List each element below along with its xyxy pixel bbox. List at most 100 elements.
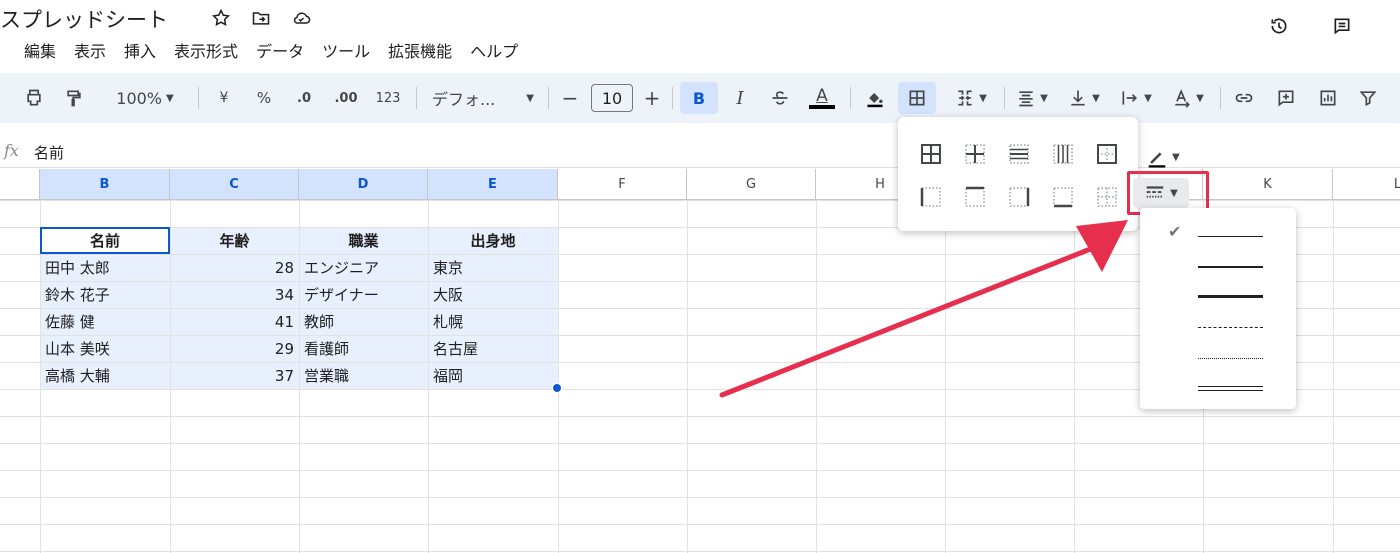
table-cell-job[interactable]: エンジニア [299,254,428,281]
table-cell-job[interactable]: 営業職 [299,362,428,389]
horizontal-borders-icon[interactable] [1008,143,1030,165]
table-cell-age[interactable]: 37 [170,362,299,389]
star-icon[interactable] [209,6,233,30]
version-history-icon[interactable] [1267,14,1291,38]
left-border-icon[interactable] [920,186,942,208]
bold-button[interactable]: B [680,82,718,114]
italic-button[interactable]: I [726,82,754,114]
select-all-corner[interactable] [0,169,40,200]
border-style-dropdown: ✔ [1140,208,1296,409]
column-header-f[interactable]: F [558,169,687,200]
table-cell-name[interactable]: 高橋 大輔 [40,362,170,389]
column-header-g[interactable]: G [687,169,816,200]
borders-icon[interactable] [898,82,936,114]
insert-chart-icon[interactable] [1314,82,1342,114]
table-cell-name[interactable]: 山本 美咲 [40,335,170,362]
style-option-dotted[interactable] [1140,344,1296,374]
text-wrapping-icon[interactable]: ▼ [1114,82,1158,114]
column-header-d[interactable]: D [299,169,428,200]
insert-comment-icon[interactable] [1272,82,1300,114]
table-cell-name[interactable]: 田中 太郎 [40,254,170,281]
menu-format[interactable]: 表示形式 [165,38,247,62]
decrease-decimal-button[interactable]: .0 [290,82,318,114]
text-color-button[interactable]: A [806,82,838,114]
horizontal-align-icon[interactable]: ▼ [1010,82,1054,114]
print-icon[interactable] [20,82,48,114]
table-header-cell[interactable]: 出身地 [428,227,558,254]
table-cell-age[interactable]: 29 [170,335,299,362]
strikethrough-icon[interactable] [766,82,794,114]
menu-edit[interactable]: 編集 [0,38,65,62]
style-option-dashed[interactable] [1140,313,1296,343]
table-cell-age[interactable]: 41 [170,308,299,335]
table-cell-hometown[interactable]: 名古屋 [428,335,558,362]
all-borders-icon[interactable] [920,143,942,165]
decrease-font-size-button[interactable]: − [560,82,580,114]
style-option-solid-thin[interactable]: ✔ [1140,222,1296,252]
grid-row-line [0,443,1400,444]
increase-font-size-button[interactable]: + [642,82,662,114]
table-cell-hometown[interactable]: 大阪 [428,281,558,308]
menu-extensions[interactable]: 拡張機能 [379,38,461,62]
menu-data[interactable]: データ [247,38,313,62]
currency-format-button[interactable]: ¥ [212,82,236,114]
font-family-select[interactable]: デフォ... ▼ [432,82,534,114]
column-header-b[interactable]: B [40,169,170,200]
increase-decimal-button[interactable]: .00 [330,82,362,114]
paint-format-icon[interactable] [60,82,88,114]
inner-borders-icon[interactable] [964,143,986,165]
fill-handle[interactable] [552,383,562,393]
bottom-border-icon[interactable] [1052,186,1074,208]
outer-borders-icon[interactable] [1096,143,1118,165]
table-header-cell[interactable]: 名前 [40,227,170,254]
table-cell-age[interactable]: 34 [170,281,299,308]
merge-cells-icon[interactable]: ▼ [946,82,996,114]
vertical-borders-icon[interactable] [1052,143,1074,165]
zoom-select[interactable]: 100% ▼ [104,82,186,114]
table-cell-job[interactable]: デザイナー [299,281,428,308]
move-to-folder-icon[interactable] [249,6,273,30]
document-title[interactable]: スプレッドシート [0,4,168,34]
table-cell-name[interactable]: 鈴木 花子 [40,281,170,308]
line-sample [1198,295,1263,298]
table-header-cell[interactable]: 職業 [299,227,428,254]
menu-help[interactable]: ヘルプ [461,38,527,62]
column-header-e[interactable]: E [428,169,558,200]
decrease-decimal-label: .0 [297,90,311,106]
clear-borders-icon[interactable] [1096,186,1118,208]
formula-input[interactable]: 名前 [34,142,64,163]
font-size-field[interactable]: 10 [590,82,634,114]
borders-popup [898,117,1138,231]
vertical-align-icon[interactable]: ▼ [1062,82,1106,114]
cloud-saved-icon[interactable] [289,6,313,30]
percent-format-button[interactable]: % [252,82,276,114]
fill-color-icon[interactable] [860,82,890,114]
menu-tools[interactable]: ツール [313,38,379,62]
table-cell-hometown[interactable]: 札幌 [428,308,558,335]
table-cell-name[interactable]: 佐藤 健 [40,308,170,335]
number-format-button[interactable]: 123 [372,82,404,114]
insert-link-icon[interactable] [1230,82,1258,114]
comments-icon[interactable] [1330,14,1354,38]
border-color-button[interactable]: ▼ [1146,143,1190,171]
menu-view[interactable]: 表示 [65,38,115,62]
toolbar: 100% ▼ ¥ % .0 .00 123 デフォ... ▼ − 10 + B I … [0,73,1400,123]
text-rotation-icon[interactable]: ▼ [1166,82,1210,114]
menu-insert[interactable]: 挿入 [115,38,165,62]
column-header-c[interactable]: C [170,169,299,200]
table-cell-age[interactable]: 28 [170,254,299,281]
table-cell-job[interactable]: 教師 [299,308,428,335]
column-header-l[interactable]: L [1333,169,1400,200]
font-size-value[interactable]: 10 [591,84,633,112]
top-border-icon[interactable] [964,186,986,208]
table-header-cell[interactable]: 年齢 [170,227,299,254]
style-option-solid-thick[interactable] [1140,282,1296,312]
column-header-k[interactable]: K [1203,169,1333,200]
table-cell-job[interactable]: 看護師 [299,335,428,362]
style-option-solid-medium[interactable] [1140,252,1296,282]
right-border-icon[interactable] [1008,186,1030,208]
style-option-double[interactable] [1140,374,1296,404]
table-cell-hometown[interactable]: 東京 [428,254,558,281]
table-cell-hometown[interactable]: 福岡 [428,362,558,389]
filter-icon[interactable] [1354,82,1382,114]
